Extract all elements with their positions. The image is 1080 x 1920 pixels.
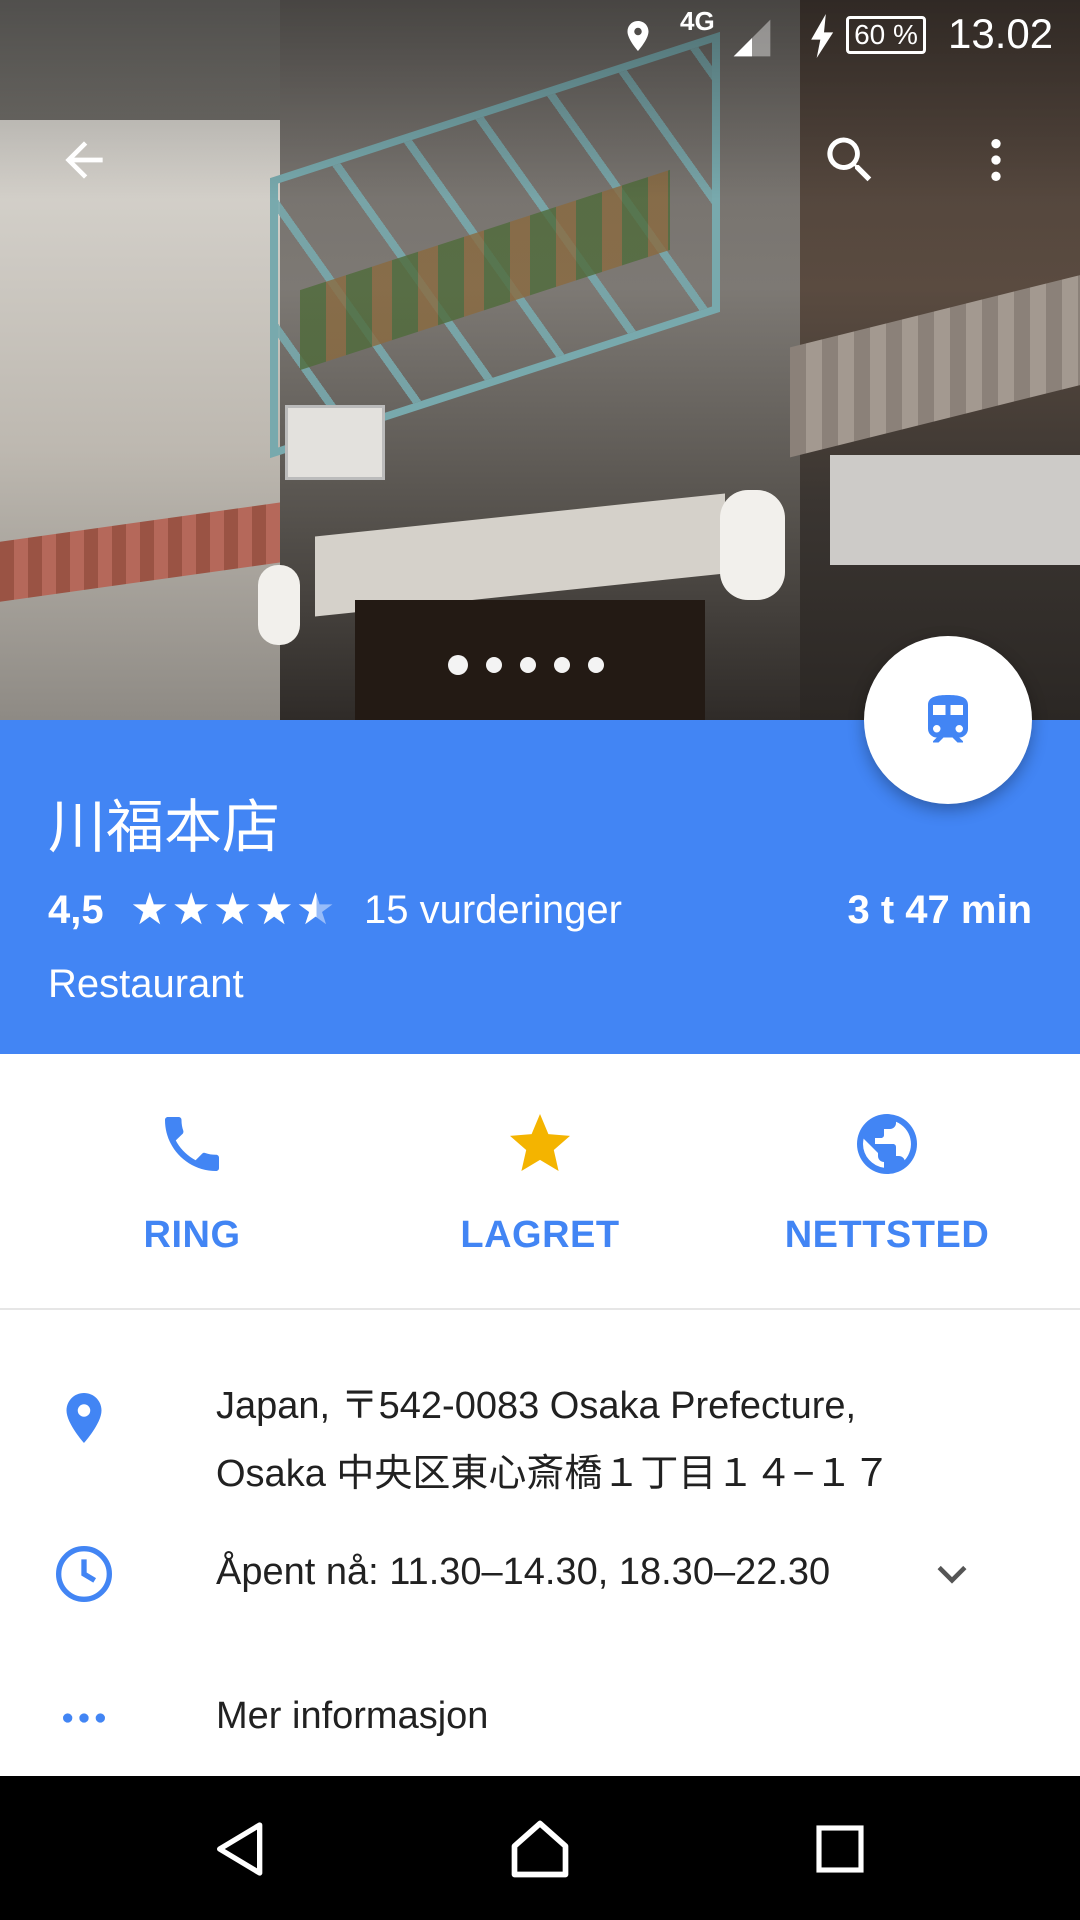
star-icon: ★ [171, 885, 213, 934]
nav-recents-icon [816, 1825, 864, 1873]
star-icon: ★ [254, 885, 296, 934]
carousel-dot[interactable] [448, 655, 468, 675]
nav-back-icon [217, 1822, 263, 1876]
address-line-1: Japan, 〒542-0083 Osaka Prefecture, [216, 1385, 857, 1427]
address-text: Japan, 〒542-0083 Osaka Prefecture, Osaka… [216, 1372, 891, 1508]
save-button[interactable]: LAGRET [380, 1104, 700, 1284]
carousel-dot[interactable] [588, 657, 604, 673]
carousel-dot[interactable] [520, 657, 536, 673]
more-vert-icon [991, 139, 1001, 181]
opening-hours-text: Åpent nå: 11.30–14.30, 18.30–22.30 [216, 1551, 831, 1593]
place-photo[interactable] [0, 0, 1080, 720]
system-navigation-bar [0, 1776, 1080, 1920]
nav-home-icon [511, 1820, 569, 1878]
charging-icon [811, 14, 834, 58]
more-options-button[interactable] [956, 120, 1036, 200]
address-row[interactable]: Japan, 〒542-0083 Osaka Prefecture, Osaka… [0, 1372, 1080, 1512]
photo-ac-unit [285, 405, 385, 480]
clock: 13.02 [948, 10, 1054, 57]
carousel-dot[interactable] [486, 657, 502, 673]
location-icon [627, 21, 649, 51]
travel-time: 3 t 47 min [847, 888, 1032, 932]
location-pin-icon [66, 1393, 102, 1443]
train-icon [928, 695, 968, 743]
phone-icon [165, 1117, 219, 1171]
more-info-label: Mer informasjon [216, 1695, 489, 1737]
star-icon [510, 1114, 570, 1171]
star-icon: ★ [130, 885, 172, 934]
back-arrow-icon [65, 141, 103, 179]
rating-stars: ★★★★★ [130, 884, 337, 935]
network-type: 4G [680, 6, 715, 36]
nav-home-button[interactable] [495, 1804, 585, 1894]
transit-directions-button[interactable] [864, 636, 1032, 804]
place-name: 川福本店 [48, 793, 281, 861]
photo-lantern-right [720, 490, 785, 600]
photo-awning-right [830, 455, 1080, 565]
review-count[interactable]: 15 vurderinger [364, 888, 622, 933]
back-button[interactable] [44, 120, 124, 200]
photo-building-left [0, 120, 300, 720]
more-info-row[interactable]: Mer informasjon [0, 1682, 1080, 1752]
call-label: RING [143, 1214, 241, 1256]
more-horiz-icon [63, 1713, 105, 1723]
website-button[interactable]: NETTSTED [727, 1104, 1047, 1284]
signal-icon [733, 19, 771, 57]
battery-level: 60 % [854, 19, 918, 50]
rating-value: 4,5 [48, 888, 104, 932]
status-bar: 4G 60 % 13.02 [0, 0, 1080, 72]
search-icon [827, 137, 872, 182]
chevron-down-icon[interactable] [930, 1548, 974, 1598]
save-label: LAGRET [460, 1214, 620, 1256]
app-bar [0, 120, 1080, 200]
photo-lantern-left [258, 565, 300, 645]
call-button[interactable]: RING [32, 1104, 352, 1284]
website-label: NETTSTED [784, 1214, 990, 1256]
battery-icon: 60 % [846, 16, 926, 54]
half-star-icon: ★ [295, 885, 338, 934]
place-category: Restaurant [48, 962, 244, 1006]
nav-recents-button[interactable] [795, 1804, 885, 1894]
clock-icon [56, 1546, 112, 1602]
star-icon: ★ [212, 885, 255, 934]
address-line-2: Osaka 中央区東心斎橋１丁目１４−１７ [216, 1453, 891, 1495]
photo-carousel-indicator [448, 655, 604, 677]
globe-icon [857, 1114, 917, 1174]
nav-back-button[interactable] [196, 1804, 286, 1894]
carousel-dot[interactable] [554, 657, 570, 673]
opening-hours-row[interactable]: Åpent nå: 11.30–14.30, 18.30–22.30 [0, 1538, 1080, 1608]
search-button[interactable] [810, 120, 890, 200]
action-row: RING LAGRET NETTSTED [0, 1054, 1080, 1310]
